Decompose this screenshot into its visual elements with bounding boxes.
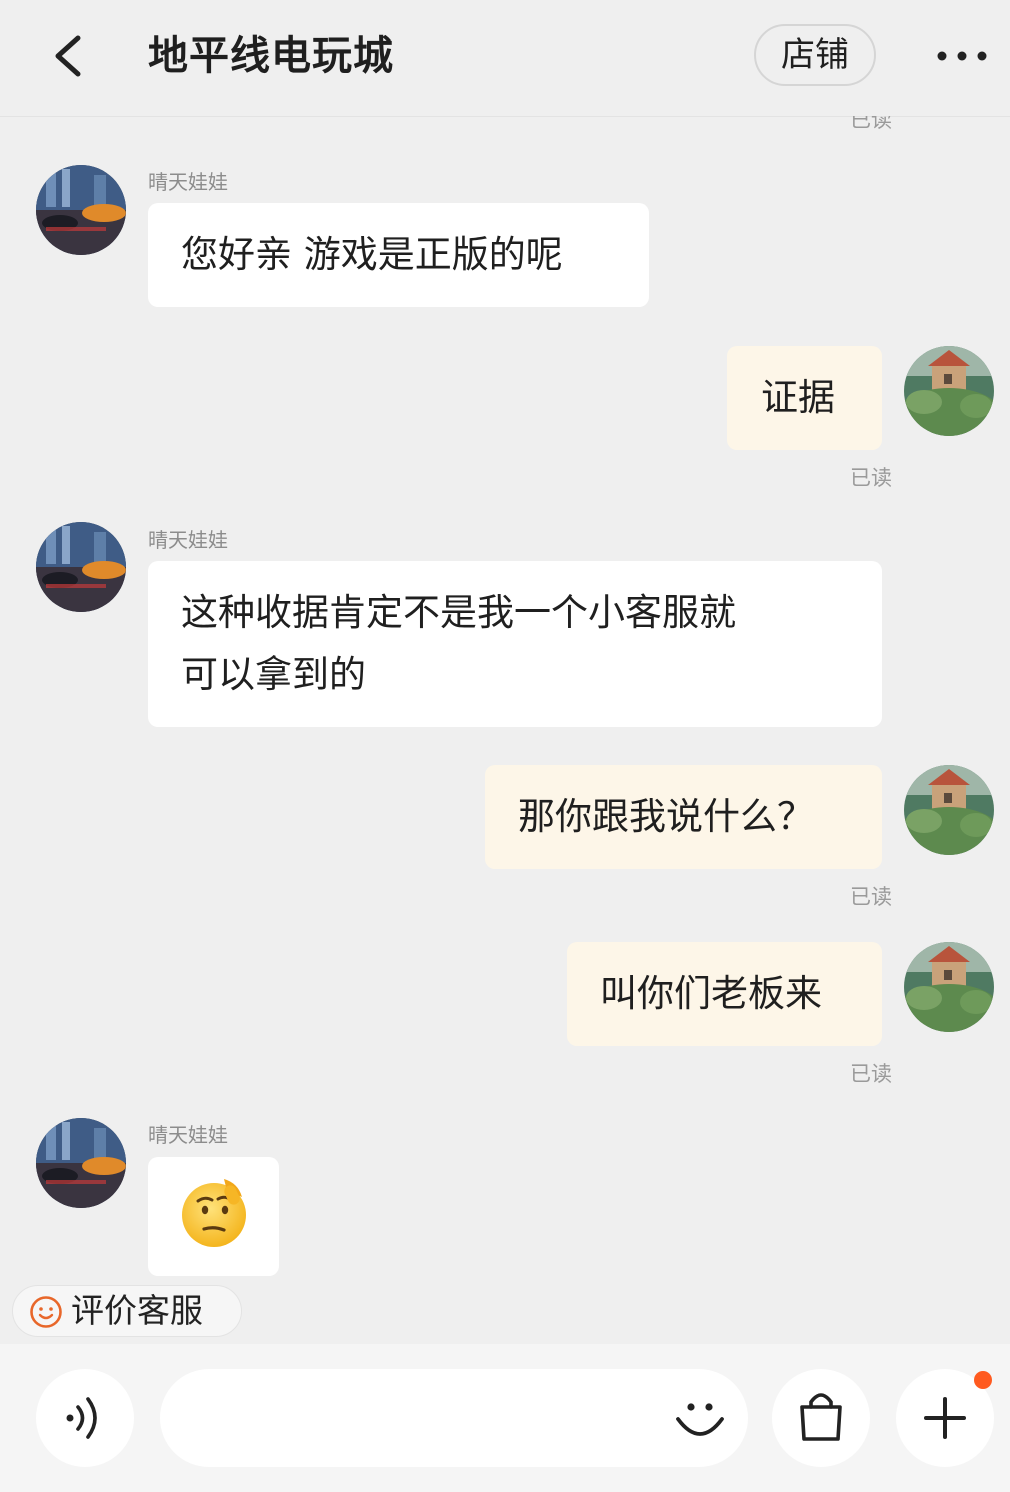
agent-name: 晴天娃娃 <box>148 1123 228 1147</box>
message-input-box[interactable] <box>160 1369 748 1467</box>
header-bar: 地平线电玩城 店铺 <box>0 0 1010 117</box>
voice-icon <box>66 1397 97 1439</box>
message-bubble-incoming[interactable]: 这种收据肯定不是我一个小客服就 可以拿到的 <box>148 561 882 727</box>
message-input[interactable] <box>190 1389 644 1449</box>
user-avatar[interactable] <box>904 346 994 436</box>
message-bubble-outgoing[interactable]: 证据 <box>727 346 882 450</box>
shop-bag-button[interactable] <box>772 1369 870 1467</box>
read-receipt: 已读 <box>850 116 892 129</box>
input-bar <box>0 1344 1010 1492</box>
message-line: 可以拿到的 <box>181 653 366 696</box>
thinking-face-emoji <box>182 1179 246 1247</box>
message-bubble-outgoing[interactable]: 叫你们老板来 <box>567 942 882 1046</box>
shopping-bag-icon <box>800 1393 842 1441</box>
chat-screen: 地平线电玩城 店铺 已读 晴天娃娃 您好亲 游戏是正版的呢 证据 已读 晴天娃娃… <box>0 0 1010 1492</box>
more-dots-icon <box>937 51 987 61</box>
agent-name: 晴天娃娃 <box>148 170 228 194</box>
page-title: 地平线电玩城 <box>148 33 394 79</box>
agent-avatar[interactable] <box>36 1118 126 1208</box>
read-receipt: 已读 <box>850 1062 892 1086</box>
message-bubble-outgoing[interactable]: 那你跟我说什么？ <box>485 765 882 869</box>
smile-icon <box>30 1296 62 1328</box>
agent-avatar[interactable] <box>36 165 126 255</box>
message-line: 这种收据肯定不是我一个小客服就 <box>181 591 736 634</box>
message-bubble-incoming[interactable] <box>148 1157 279 1276</box>
voice-button[interactable] <box>36 1369 134 1467</box>
read-receipt: 已读 <box>850 466 892 490</box>
store-button[interactable]: 店铺 <box>754 24 876 86</box>
rate-agent-label: 评价客服 <box>71 1291 203 1330</box>
notification-dot <box>974 1371 992 1389</box>
emoji-icon[interactable] <box>670 1389 730 1449</box>
read-receipt: 已读 <box>850 885 892 909</box>
message-bubble-incoming[interactable]: 您好亲 游戏是正版的呢 <box>148 203 649 307</box>
agent-avatar[interactable] <box>36 522 126 612</box>
more-button[interactable] <box>934 38 990 74</box>
back-button[interactable] <box>44 28 94 84</box>
back-arrow-icon <box>55 35 81 77</box>
user-avatar[interactable] <box>904 942 994 1032</box>
agent-name: 晴天娃娃 <box>148 528 228 552</box>
rate-agent-button[interactable]: 评价客服 <box>12 1285 242 1337</box>
user-avatar[interactable] <box>904 765 994 855</box>
